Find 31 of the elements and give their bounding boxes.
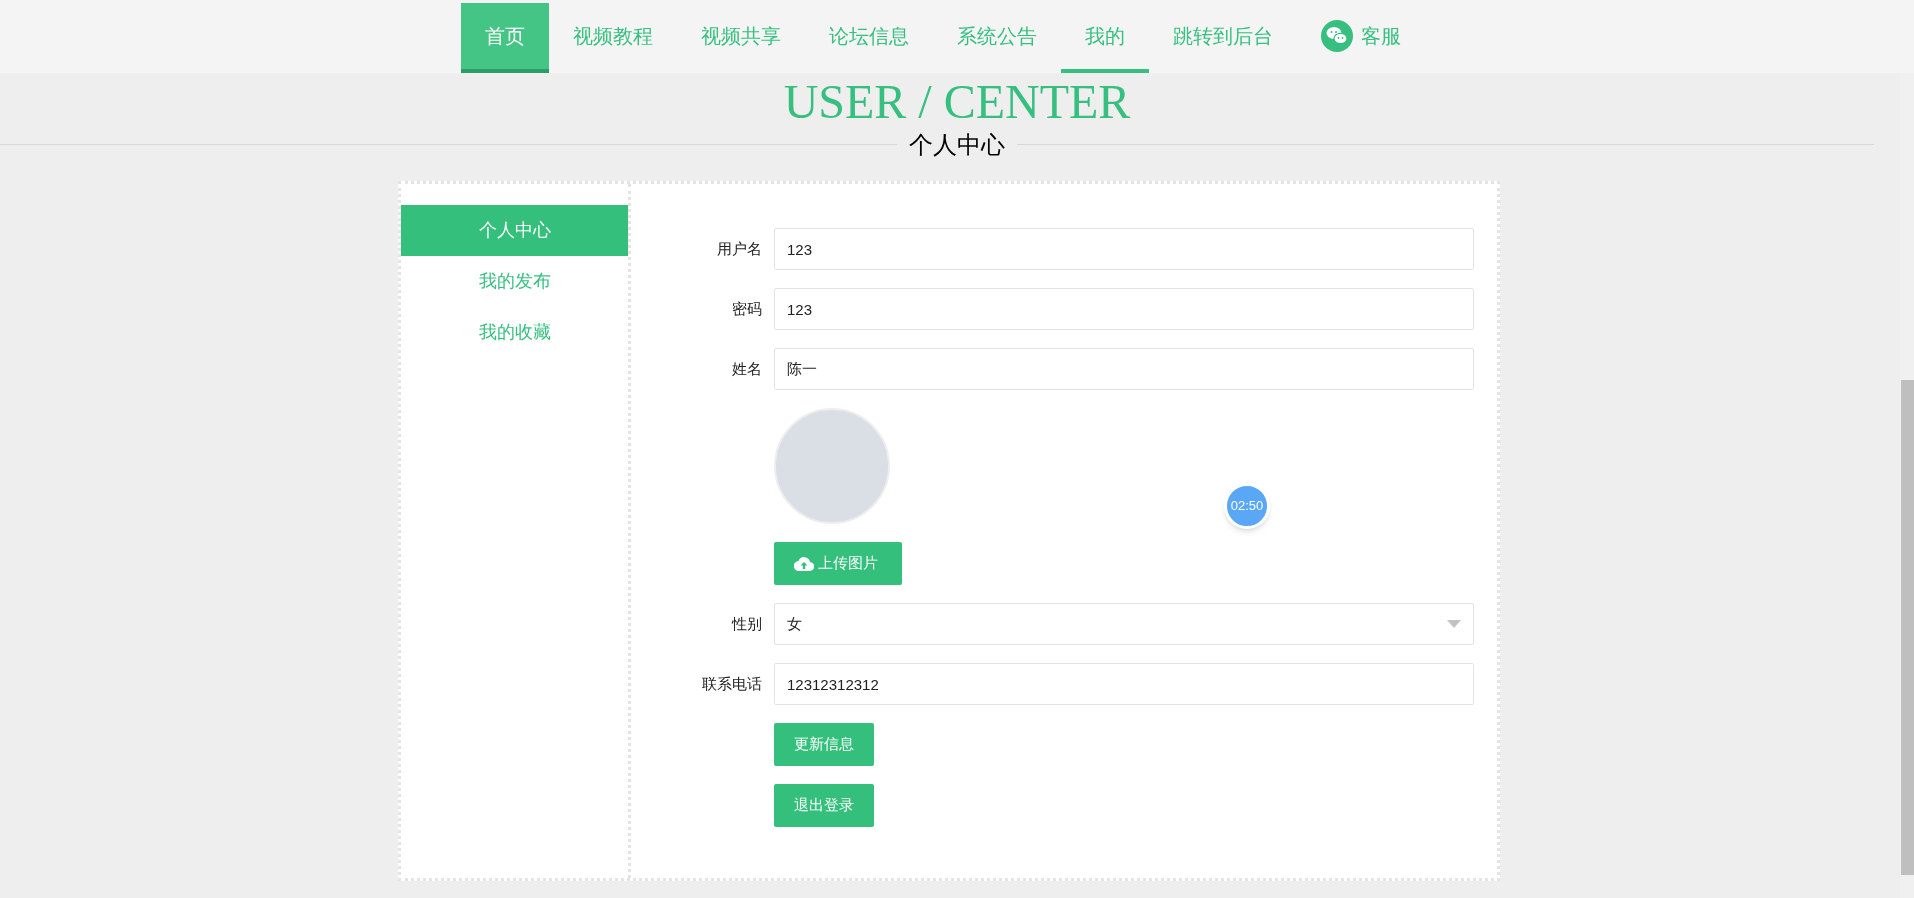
page-title: USER / CENTER <box>783 74 1131 130</box>
upload-button[interactable]: 上传图片 <box>774 542 902 585</box>
input-field[interactable]: 123 <box>774 228 1474 270</box>
field-label: 联系电话 <box>702 674 762 692</box>
scrollbar-thumb[interactable] <box>1901 380 1914 875</box>
sidebar-item[interactable]: 我的发布 <box>401 256 628 307</box>
sidebar-item[interactable]: 我的收藏 <box>401 307 628 358</box>
input-field[interactable]: 陈一 <box>774 348 1474 390</box>
select-field[interactable]: 女 <box>774 603 1474 645</box>
field-label: 性别 <box>732 614 762 632</box>
nav-link[interactable]: 我的 <box>1061 3 1149 73</box>
nav-link[interactable]: 系统公告 <box>933 3 1061 73</box>
nav-link[interactable]: 论坛信息 <box>805 3 933 73</box>
nav-link[interactable]: 跳转到后台 <box>1149 3 1297 73</box>
page-subtitle: 个人中心 <box>897 130 1017 160</box>
nav-link-group[interactable]: 客服 <box>1297 3 1425 73</box>
nav-link[interactable]: 视频教程 <box>549 3 677 73</box>
field-label: 密码 <box>732 299 762 317</box>
dropdown-caret-icon <box>1447 620 1461 628</box>
sidebar-item[interactable]: 个人中心 <box>401 205 628 256</box>
nav-link[interactable]: 首页 <box>461 3 549 73</box>
input-field[interactable]: 123 <box>774 288 1474 330</box>
input-field[interactable]: 12312312312 <box>774 663 1474 705</box>
chat-bubbles-icon <box>1321 20 1353 52</box>
cloud-upload-icon <box>794 556 814 571</box>
nav-link[interactable]: 视频共享 <box>677 3 805 73</box>
action-button[interactable]: 更新信息 <box>774 723 874 766</box>
field-label: 用户名 <box>717 239 762 257</box>
field-label: 姓名 <box>732 359 762 377</box>
nav-link-label[interactable]: 客服 <box>1361 21 1401 51</box>
action-button[interactable]: 退出登录 <box>774 784 874 827</box>
